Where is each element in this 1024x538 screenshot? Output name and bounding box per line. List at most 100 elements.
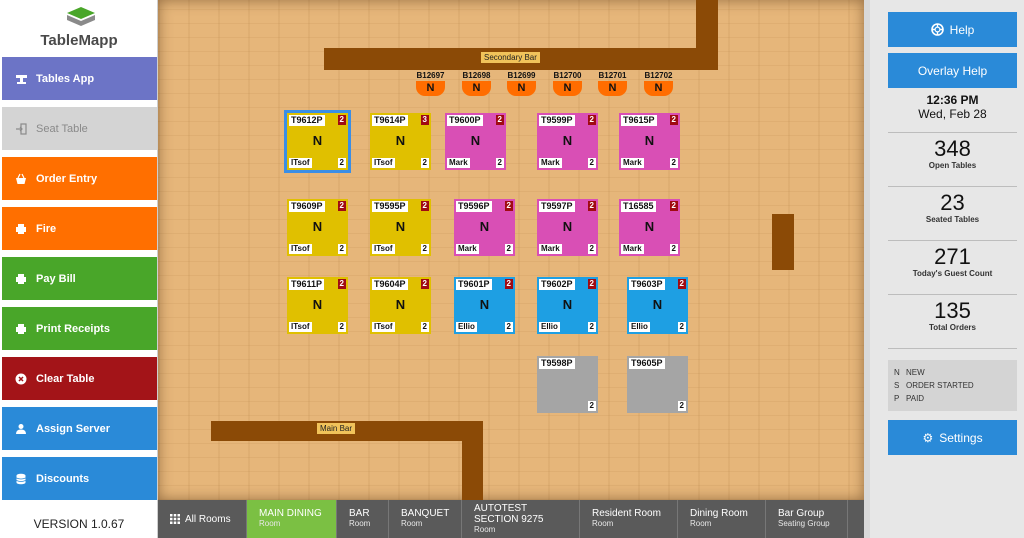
seat-table-button[interactable]: Seat Table: [2, 107, 157, 150]
tab-autotest-section[interactable]: AUTOTEST SECTION 9275 Room: [462, 500, 580, 538]
sidebar-label: Discounts: [36, 472, 90, 485]
secondary-bar-label: Secondary Bar: [480, 51, 541, 64]
tab-bar-group[interactable]: Bar Group Seating Group: [766, 500, 848, 538]
guest-count-badge: 2: [504, 201, 513, 211]
guest-count-badge: 2: [587, 201, 596, 211]
table-status: N: [395, 297, 406, 312]
table-server: ITsof: [289, 244, 312, 254]
table[interactable]: T9601P 2 N Ellio 2: [454, 277, 515, 334]
stat-guest-count: 271 Today's Guest Count: [888, 240, 1017, 278]
table-status: N: [644, 219, 655, 234]
discounts-button[interactable]: Discounts: [2, 457, 157, 500]
stool-id: B12701: [598, 71, 627, 80]
table-status: N: [644, 133, 655, 148]
table-id: T16585: [621, 201, 656, 212]
table[interactable]: T9611P 2 N ITsof 2: [287, 277, 348, 334]
tables-app-button[interactable]: Tables App: [2, 57, 157, 100]
room-type: Room: [259, 519, 281, 528]
assign-server-button[interactable]: Assign Server: [2, 407, 157, 450]
tables-app-icon: [14, 72, 28, 86]
table[interactable]: T9603P 2 N Ellio 2: [627, 277, 688, 334]
room-name: Dining Room: [690, 508, 748, 519]
table-server: ITsof: [289, 158, 312, 168]
table-id: T9614P: [372, 115, 408, 126]
room-type: Room: [401, 519, 423, 528]
printer-icon: [14, 322, 28, 336]
guest-count-badge: 2: [677, 279, 686, 289]
table[interactable]: T9605P 2: [627, 356, 688, 413]
table[interactable]: T9598P 2: [537, 356, 598, 413]
table[interactable]: T9599P 2 N Mark 2: [537, 113, 598, 170]
tab-dining-room[interactable]: Dining Room Room: [678, 500, 766, 538]
bar-stool[interactable]: B12700 N: [553, 71, 582, 96]
settings-button[interactable]: ⚙ Settings: [888, 420, 1017, 455]
table-seats: 2: [504, 244, 513, 254]
room-name: BAR: [349, 508, 370, 519]
floor-plan: Secondary Bar Main Bar B12697 N B12698 N…: [158, 0, 864, 500]
fire-button[interactable]: Fire: [2, 207, 157, 250]
table[interactable]: T9615P 2 N Mark 2: [619, 113, 680, 170]
guest-count-badge: 2: [669, 115, 678, 125]
clock: 12:36 PM Wed, Feb 28: [888, 93, 1017, 121]
legend-key: S: [894, 381, 900, 390]
guest-count-badge: 2: [587, 279, 596, 289]
guest-count-badge: 2: [587, 115, 596, 125]
print-receipts-button[interactable]: Print Receipts: [2, 307, 157, 350]
bar-stool[interactable]: B12697 N: [416, 71, 445, 96]
bar-stool[interactable]: B12702 N: [644, 71, 673, 96]
table-id: T9601P: [456, 279, 492, 290]
main-bar-counter: [462, 421, 483, 500]
table-status: N: [562, 133, 573, 148]
table[interactable]: T9600P 2 N Mark 2: [445, 113, 506, 170]
room-tab-bar: All Rooms MAIN DINING Room BAR Room BANQ…: [158, 500, 864, 538]
table[interactable]: T9602P 2 N Ellio 2: [537, 277, 598, 334]
legend-key: N: [894, 368, 900, 377]
table-server: Ellio: [456, 322, 477, 332]
order-entry-button[interactable]: Order Entry: [2, 157, 157, 200]
table[interactable]: T9596P 2 N Mark 2: [454, 199, 515, 256]
table-id: T9600P: [447, 115, 483, 126]
table-seats: 2: [677, 322, 686, 332]
table[interactable]: T9609P 2 N ITsof 2: [287, 199, 348, 256]
table[interactable]: T9614P 3 N ITsof 2: [370, 113, 431, 170]
clear-table-button[interactable]: Clear Table: [2, 357, 157, 400]
room-type: Room: [690, 519, 712, 528]
table-server: ITsof: [372, 322, 395, 332]
bar-stool[interactable]: B12698 N: [462, 71, 491, 96]
close-circle-icon: [14, 372, 28, 386]
table-seats: 2: [420, 158, 429, 168]
table-seats: 2: [504, 322, 513, 332]
bar-stool[interactable]: B12701 N: [598, 71, 627, 96]
legend-label: PAID: [906, 394, 925, 403]
tab-main-dining[interactable]: MAIN DINING Room: [247, 500, 337, 538]
table-server: Mark: [539, 158, 562, 168]
table-server: Mark: [539, 244, 562, 254]
table[interactable]: T9604P 2 N ITsof 2: [370, 277, 431, 334]
table-seats: 2: [677, 401, 686, 411]
table-id: T9597P: [539, 201, 575, 212]
stat-open-tables: 348 Open Tables: [888, 132, 1017, 170]
table[interactable]: T9595P 2 N ITsof 2: [370, 199, 431, 256]
help-button[interactable]: Help: [888, 12, 1017, 47]
table-server: Ellio: [629, 322, 650, 332]
tab-all-rooms[interactable]: All Rooms: [158, 500, 247, 538]
pay-bill-button[interactable]: Pay Bill: [2, 257, 157, 300]
brand-name: TableMapp: [40, 32, 118, 49]
overlay-help-button[interactable]: Overlay Help: [888, 53, 1017, 88]
legend-row: P PAID: [894, 392, 1017, 405]
tab-banquet[interactable]: BANQUET Room: [389, 500, 462, 538]
stat-value: 348: [934, 136, 971, 161]
status-legend: N NEW S ORDER STARTED P PAID: [888, 360, 1017, 411]
room-type: Seating Group: [778, 519, 830, 528]
tab-resident-room[interactable]: Resident Room Room: [580, 500, 678, 538]
table-seats: 2: [587, 401, 596, 411]
sidebar-label: Order Entry: [36, 172, 98, 185]
bar-stool[interactable]: B12699 N: [507, 71, 536, 96]
table-status: N: [312, 219, 323, 234]
tab-bar[interactable]: BAR Room: [337, 500, 389, 538]
guest-count-badge: 3: [420, 115, 429, 125]
table[interactable]: T16585 2 N Mark 2: [619, 199, 680, 256]
current-date: Wed, Feb 28: [918, 107, 987, 121]
table[interactable]: T9612P 2 N ITsof 2: [284, 110, 351, 173]
table[interactable]: T9597P 2 N Mark 2: [537, 199, 598, 256]
